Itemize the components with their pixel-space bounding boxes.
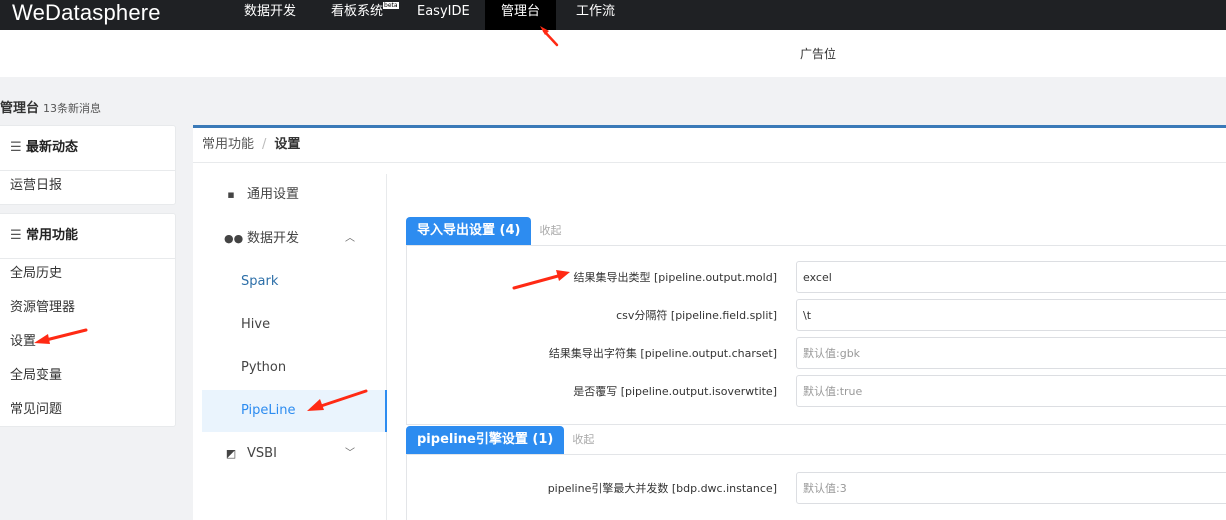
nav-dashboard[interactable]: 看板系统 beta	[315, 0, 399, 30]
menu-vsbi[interactable]: ◩ VSBI ﹀	[202, 433, 387, 475]
pipeline-engine-tab[interactable]: pipeline引擎设置 (1)	[406, 426, 565, 454]
chevron-up-icon: ︿	[345, 233, 355, 244]
message-count[interactable]: 13条新消息	[43, 102, 101, 115]
news-card-title: 最新动态	[26, 140, 79, 155]
sidebar-item-history[interactable]: 全局历史	[0, 259, 175, 293]
nav-admin[interactable]: 管理台	[485, 0, 557, 30]
setting-row: 是否覆写 [pipeline.output.isoverwtite]	[407, 372, 1226, 410]
nav-dashboard-label: 看板系统	[331, 4, 384, 19]
output-charset-input[interactable]	[796, 337, 1226, 369]
sidebar-item-daily-report[interactable]: 运营日报	[0, 171, 175, 205]
setting-row: pipeline引擎最大并发数 [bdp.dwc.instance]	[407, 469, 1226, 507]
menu-item-spark[interactable]: Spark	[202, 261, 387, 303]
output-mold-input[interactable]	[796, 261, 1226, 293]
setting-label: pipeline引擎最大并发数 [bdp.dwc.instance]	[547, 482, 777, 495]
pipeline-engine-group: pipeline引擎最大并发数 [bdp.dwc.instance]	[406, 454, 1226, 520]
setting-label: csv分隔符 [pipeline.field.split]	[616, 309, 777, 322]
sliders-icon: ☰	[10, 228, 22, 243]
news-card-header: ☰ 最新动态	[0, 126, 175, 171]
import-export-collapse[interactable]: 收起	[539, 222, 561, 238]
setting-label: 是否覆写 [pipeline.output.isoverwtite]	[573, 385, 777, 398]
menu-general-settings[interactable]: ▪ 通用设置	[202, 174, 387, 216]
nav-workflow[interactable]: 工作流	[560, 0, 631, 30]
menu-item-hive[interactable]: Hive	[202, 304, 387, 346]
setting-label: 结果集导出类型 [pipeline.output.mold]	[573, 271, 777, 284]
breadcrumb-current: 设置	[274, 137, 301, 152]
breadcrumb-separator: /	[262, 137, 267, 152]
common-card: ☰ 常用功能 全局历史 资源管理器 设置 全局变量 常见问题	[0, 213, 176, 427]
users-icon: ●●	[224, 232, 244, 245]
setting-row: csv分隔符 [pipeline.field.split]	[407, 296, 1226, 334]
menu-data-dev-label: 数据开发	[247, 231, 300, 246]
setting-row: 结果集导出类型 [pipeline.output.mold]	[407, 258, 1226, 296]
sliders-icon: ☰	[10, 140, 22, 155]
beta-badge: beta	[383, 2, 399, 9]
sidebar-item-faq[interactable]: 常见问题	[0, 395, 175, 429]
field-split-input[interactable]	[796, 299, 1226, 331]
pipeline-engine-collapse[interactable]: 收起	[572, 431, 594, 447]
import-export-group: 结果集导出类型 [pipeline.output.mold] csv分隔符 [p…	[406, 245, 1226, 425]
breadcrumb-parent[interactable]: 常用功能	[202, 137, 254, 152]
settings-panel: 常用功能 / 设置 ▪ 通用设置 ●● 数据开发 ︿ Spark Hive Pyth…	[193, 125, 1226, 520]
top-nav: WeDatasphere 数据开发 看板系统 beta EasyIDE 管理台 …	[0, 0, 1226, 30]
ad-bar: 广告位	[0, 30, 1226, 77]
menu-item-pipeline[interactable]: PipeLine	[202, 390, 387, 432]
nav-easyide[interactable]: EasyIDE	[401, 0, 486, 30]
common-card-title: 常用功能	[26, 228, 79, 243]
book-icon: ▪	[227, 188, 235, 201]
news-card: ☰ 最新动态 运营日报	[0, 125, 176, 205]
common-card-header: ☰ 常用功能	[0, 214, 175, 259]
breadcrumb: 常用功能 / 设置	[193, 128, 1226, 163]
setting-label: 结果集导出字符集 [pipeline.output.charset]	[548, 347, 777, 360]
pipeline-engine-group-header: pipeline引擎设置 (1) 收起	[406, 426, 594, 454]
settings-menu: ▪ 通用设置 ●● 数据开发 ︿ Spark Hive Python PipeL…	[202, 174, 387, 520]
menu-general-label: 通用设置	[247, 187, 300, 202]
menu-item-python[interactable]: Python	[202, 347, 387, 389]
overwrite-input[interactable]	[796, 375, 1226, 407]
max-instance-input[interactable]	[796, 472, 1226, 504]
sidebar-item-global-vars[interactable]: 全局变量	[0, 361, 175, 395]
sidebar-item-resource-manager[interactable]: 资源管理器	[0, 293, 175, 327]
nav-data-dev[interactable]: 数据开发	[228, 0, 312, 30]
menu-data-dev[interactable]: ●● 数据开发 ︿	[202, 218, 387, 260]
page-title-text: 管理台	[0, 101, 40, 116]
sidebar-item-settings[interactable]: 设置	[0, 327, 175, 361]
menu-vsbi-label: VSBI	[247, 446, 277, 461]
chart-icon: ◩	[225, 447, 237, 460]
setting-row: 结果集导出字符集 [pipeline.output.charset]	[407, 334, 1226, 372]
ad-placeholder: 广告位	[800, 47, 837, 61]
app-logo[interactable]: WeDatasphere	[12, 0, 161, 28]
import-export-group-header: 导入导出设置 (4) 收起	[406, 217, 561, 245]
chevron-down-icon: ﹀	[345, 448, 355, 459]
page-title: 管理台 13条新消息	[0, 97, 101, 116]
import-export-tab[interactable]: 导入导出设置 (4)	[406, 217, 532, 245]
